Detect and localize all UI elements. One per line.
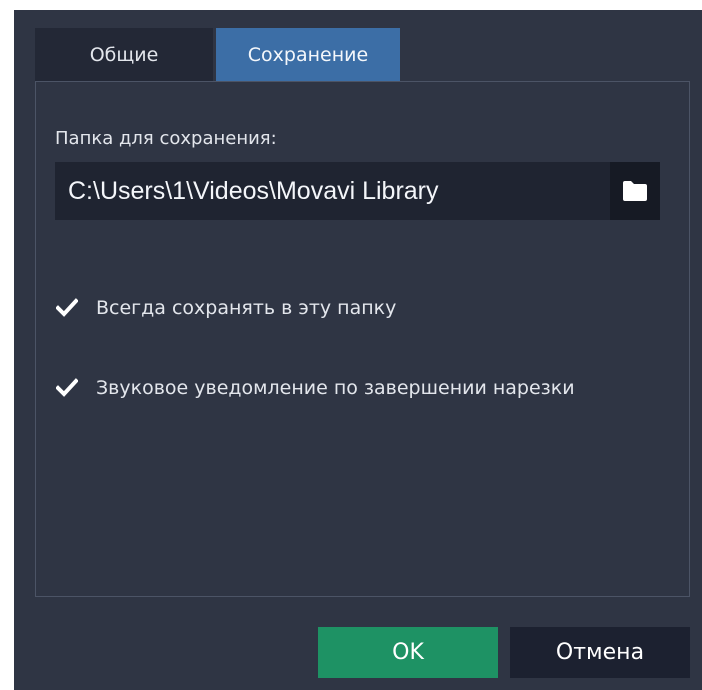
save-folder-input[interactable] [68,176,610,206]
always-save-checkbox[interactable] [55,296,79,320]
settings-dialog: Общие Сохранение Папка для сохранения: В… [14,10,702,690]
ok-button[interactable]: OK [318,627,498,678]
folder-icon [623,181,647,201]
sound-notification-option[interactable]: Звуковое уведомление по завершении нарез… [55,376,575,400]
tab-general[interactable]: Общие [35,28,213,82]
always-save-option[interactable]: Всегда сохранять в эту папку [55,296,396,320]
sound-notification-label: Звуковое уведомление по завершении нарез… [96,377,575,399]
tab-general-label: Общие [89,44,159,66]
tab-save[interactable]: Сохранение [216,28,400,82]
cancel-button[interactable]: Отмена [510,627,690,678]
save-folder-field[interactable] [55,162,610,220]
settings-panel [35,81,690,597]
browse-folder-button[interactable] [610,162,660,220]
checkmark-icon [56,298,78,317]
checkmark-icon [56,378,78,397]
always-save-label: Всегда сохранять в эту папку [96,297,397,319]
save-folder-label: Папка для сохранения: [55,128,277,149]
tab-save-label: Сохранение [247,44,369,66]
sound-notification-checkbox[interactable] [55,376,79,400]
